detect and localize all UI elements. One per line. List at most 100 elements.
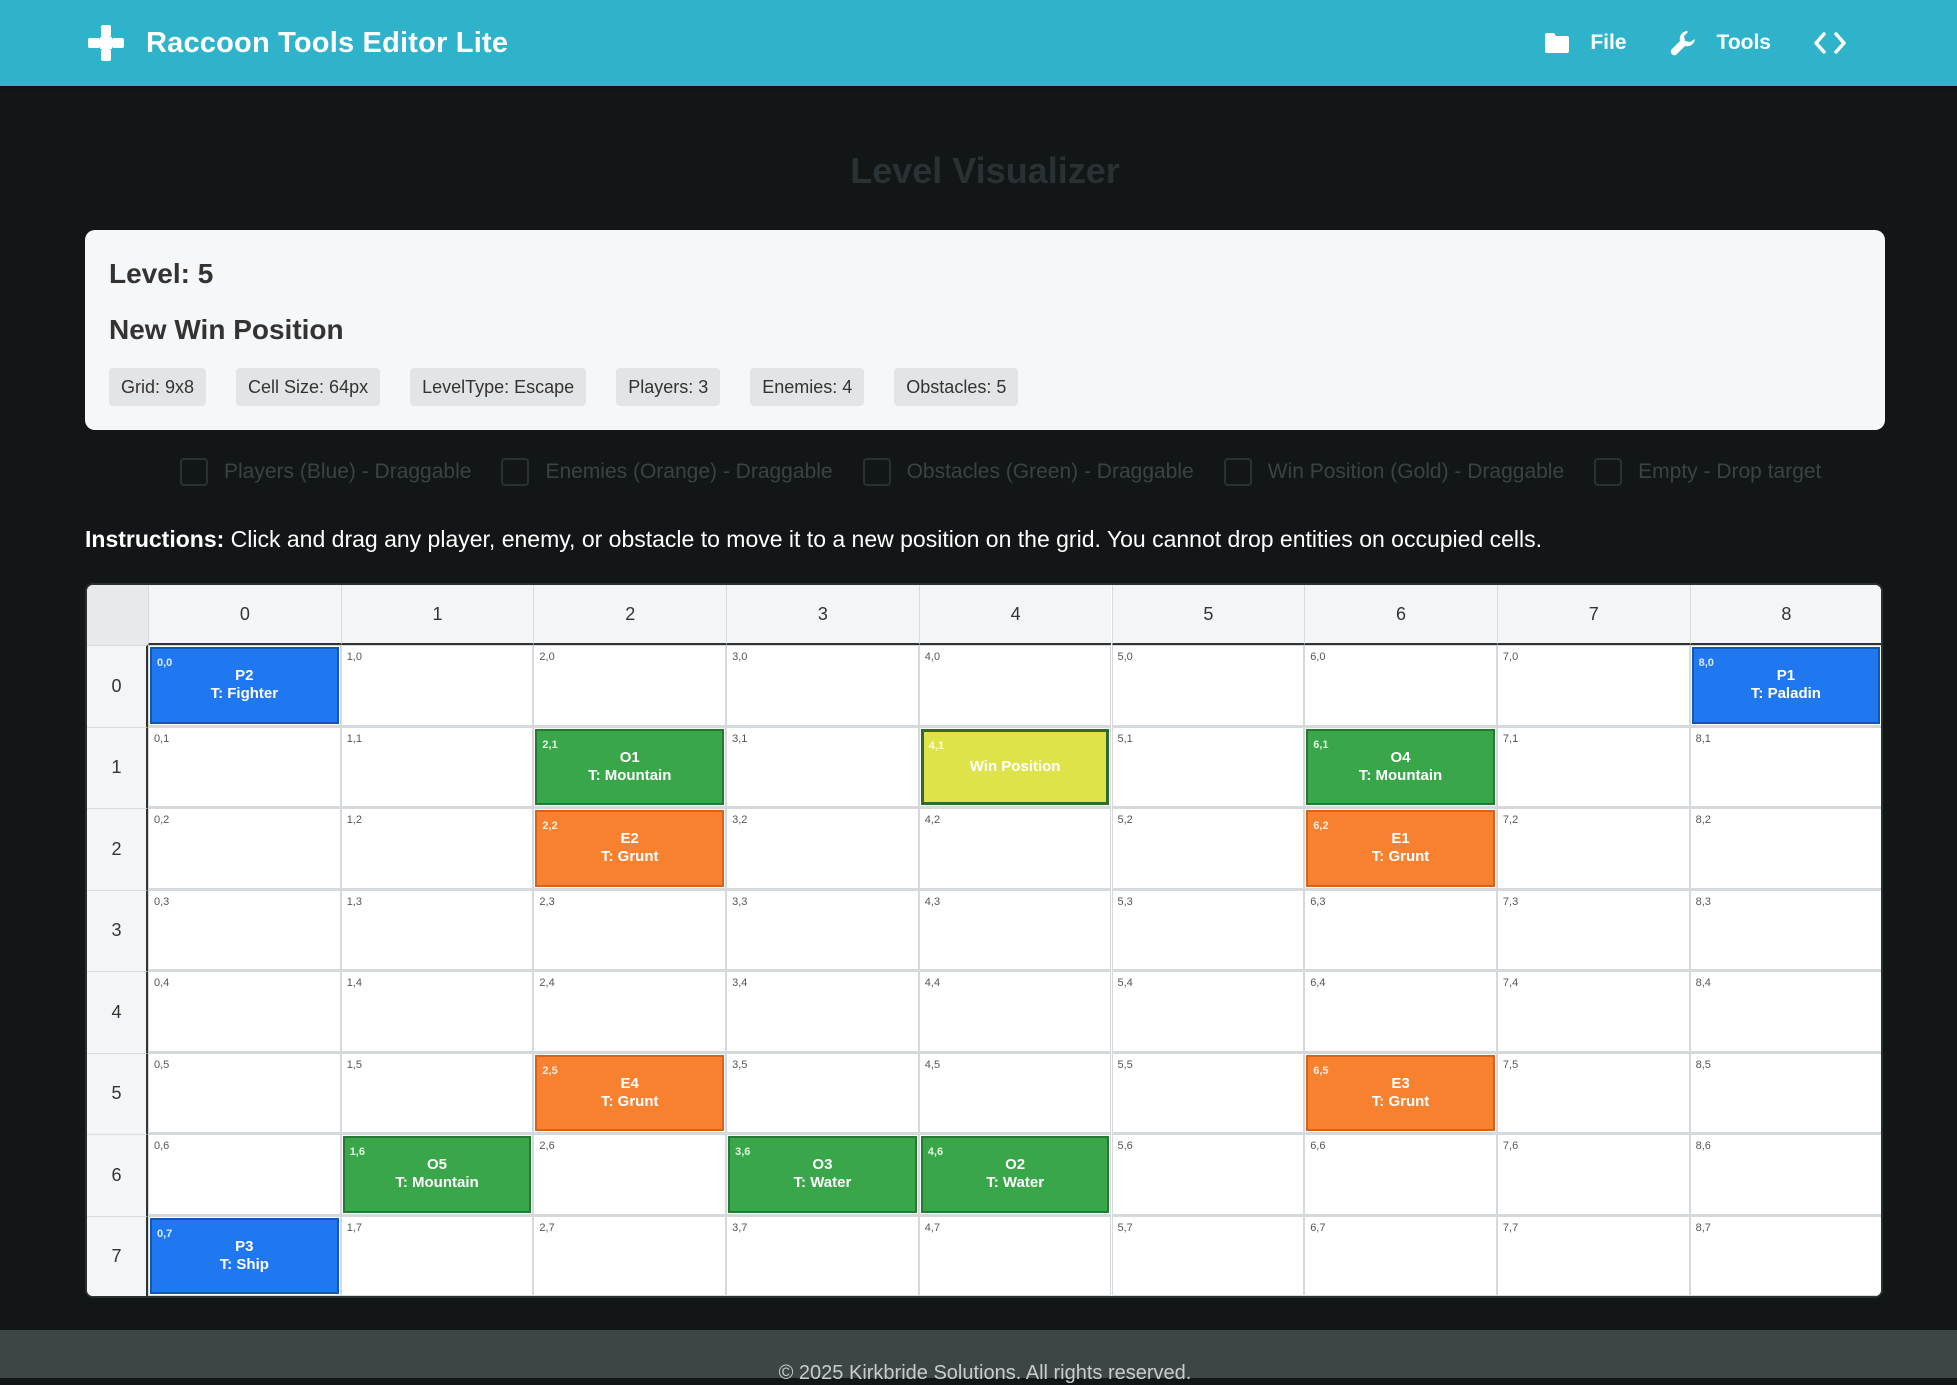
cell-coordinate: 1,0	[346, 651, 362, 663]
grid-cell[interactable]: 2,3	[533, 889, 727, 971]
grid-cell[interactable]: 0,1	[148, 726, 341, 808]
obstacle-entity[interactable]: 4,6 O2 T: Water	[920, 1136, 1110, 1213]
grid-cell[interactable]: 3,2	[726, 808, 919, 890]
grid-cell[interactable]: 5,3	[1111, 889, 1305, 971]
grid-cell[interactable]: 1,7	[340, 1215, 534, 1296]
legend-swatch	[1594, 458, 1623, 486]
grid-cell[interactable]: 1,2	[340, 808, 534, 890]
grid-cell[interactable]: 3,5	[726, 1052, 919, 1134]
player-entity[interactable]: 0,7 P3 T: Ship	[150, 1217, 339, 1294]
grid-cell[interactable]: 6,7	[1304, 1215, 1497, 1296]
enemy-entity[interactable]: 6,2 E1 T: Grunt	[1306, 810, 1495, 887]
grid-cell[interactable]: 6,6	[1304, 1134, 1497, 1216]
grid-cell[interactable]: 2,0	[533, 645, 727, 727]
grid-cell[interactable]: 6,0	[1304, 645, 1497, 727]
grid-cell[interactable]: 7,6	[1496, 1134, 1690, 1216]
enemy-entity[interactable]: 2,5 E4 T: Grunt	[535, 1054, 725, 1131]
grid-cell[interactable]: 0,5	[148, 1052, 341, 1134]
column-header: 0	[148, 585, 341, 645]
grid-cell[interactable]: 1,6 O5 T: Mountain	[340, 1134, 534, 1216]
grid-cell[interactable]: 1,0	[340, 645, 534, 727]
grid-cell[interactable]: 2,1 O1 T: Mountain	[533, 726, 727, 808]
column-header: 2	[533, 585, 727, 645]
grid-cell[interactable]: 1,5	[340, 1052, 534, 1134]
cell-coordinate: 6,1	[1313, 738, 1329, 751]
grid-cell[interactable]: 6,2 E1 T: Grunt	[1304, 808, 1497, 890]
grid-cell[interactable]: 7,7	[1496, 1215, 1690, 1296]
grid-cell[interactable]: 8,1	[1689, 726, 1881, 808]
grid-cell[interactable]: 2,2 E2 T: Grunt	[533, 808, 727, 890]
obstacle-entity[interactable]: 1,6 O5 T: Mountain	[342, 1136, 532, 1213]
enemy-entity[interactable]: 6,5 E3 T: Grunt	[1306, 1054, 1495, 1131]
grid-cell[interactable]: 5,2	[1111, 808, 1305, 890]
grid-cell[interactable]: 3,1	[726, 726, 919, 808]
grid-cell[interactable]: 5,7	[1111, 1215, 1305, 1296]
grid-cell[interactable]: 5,0	[1111, 645, 1305, 727]
grid-cell[interactable]: 7,4	[1496, 971, 1690, 1053]
grid-cell[interactable]: 2,4	[533, 971, 727, 1053]
cell-coordinate: 4,3	[924, 895, 941, 908]
grid-cell[interactable]: 0,2	[148, 808, 341, 890]
grid-cell[interactable]: 6,3	[1304, 889, 1497, 971]
grid-cell[interactable]: 3,3	[726, 889, 919, 971]
grid-cell[interactable]: 2,7	[533, 1215, 727, 1296]
brand[interactable]: Raccoon Tools Editor Lite	[86, 0, 508, 86]
grid-cell[interactable]: 3,0	[726, 645, 919, 727]
grid-cell[interactable]: 5,1	[1111, 726, 1305, 808]
grid-cell[interactable]: 0,6	[148, 1134, 341, 1216]
cell-coordinate: 0,4	[154, 977, 170, 989]
player-entity[interactable]: 8,0 P1 T: Paladin	[1691, 647, 1881, 724]
grid-cell[interactable]: 7,2	[1496, 808, 1690, 890]
enemy-entity[interactable]: 2,2 E2 T: Grunt	[535, 810, 725, 887]
grid-cell[interactable]: 4,7	[918, 1215, 1112, 1296]
grid-cell[interactable]: 1,1	[340, 726, 534, 808]
grid-cell[interactable]: 8,0 P1 T: Paladin	[1689, 645, 1881, 727]
grid-cell[interactable]: 0,3	[148, 889, 341, 971]
win-entity[interactable]: 4,1 Win Position	[920, 728, 1110, 805]
grid-cell[interactable]: 0,7 P3 T: Ship	[148, 1215, 341, 1296]
stat-level-type: LevelType: Escape	[410, 368, 587, 406]
nav-code[interactable]	[1813, 31, 1867, 55]
grid-cell[interactable]: 4,0	[918, 645, 1112, 727]
grid-cell[interactable]: 8,3	[1689, 889, 1881, 971]
grid-cell[interactable]: 4,5	[918, 1052, 1112, 1134]
grid-cell[interactable]: 7,3	[1496, 889, 1690, 971]
grid-cell[interactable]: 3,4	[726, 971, 919, 1053]
grid-cell[interactable]: 8,2	[1689, 808, 1881, 890]
grid-cell[interactable]: 8,6	[1689, 1134, 1881, 1216]
obstacle-entity[interactable]: 6,1 O4 T: Mountain	[1306, 728, 1495, 805]
obstacle-entity[interactable]: 2,1 O1 T: Mountain	[535, 728, 725, 805]
grid-cell[interactable]: 1,4	[340, 971, 534, 1053]
cell-coordinate: 8,7	[1695, 1221, 1711, 1234]
obstacle-entity[interactable]: 3,6 O3 T: Water	[728, 1136, 917, 1213]
grid-cell[interactable]: 0,4	[148, 971, 341, 1053]
player-entity[interactable]: 0,0 P2 T: Fighter	[150, 647, 339, 724]
grid-cell[interactable]: 3,6 O3 T: Water	[726, 1134, 919, 1216]
grid-cell[interactable]: 5,4	[1111, 971, 1305, 1053]
grid-cell[interactable]: 8,5	[1689, 1052, 1881, 1134]
grid-cell[interactable]: 6,5 E3 T: Grunt	[1304, 1052, 1497, 1134]
grid-cell[interactable]: 4,4	[918, 971, 1112, 1053]
grid-cell[interactable]: 2,6	[533, 1134, 727, 1216]
grid-cell[interactable]: 7,5	[1496, 1052, 1690, 1134]
nav-file[interactable]: File	[1544, 31, 1627, 55]
grid-cell[interactable]: 4,3	[918, 889, 1112, 971]
grid-cell[interactable]: 0,0 P2 T: Fighter	[148, 645, 341, 727]
nav-tools[interactable]: Tools	[1669, 29, 1771, 57]
grid-cell[interactable]: 4,2	[918, 808, 1112, 890]
grid-cell[interactable]: 7,0	[1496, 645, 1690, 727]
grid-cell[interactable]: 6,4	[1304, 971, 1497, 1053]
cell-coordinate: 4,2	[924, 814, 941, 826]
grid-cell[interactable]: 1,3	[340, 889, 534, 971]
grid-cell[interactable]: 4,1 Win Position	[918, 726, 1112, 808]
grid-cell[interactable]: 7,1	[1496, 726, 1690, 808]
grid-cell[interactable]: 8,7	[1689, 1215, 1881, 1296]
grid-cell[interactable]: 6,1 O4 T: Mountain	[1304, 726, 1497, 808]
grid-cell[interactable]: 5,5	[1111, 1052, 1305, 1134]
grid-cell[interactable]: 5,6	[1111, 1134, 1305, 1216]
grid-cell[interactable]: 3,7	[726, 1215, 919, 1296]
grid-cell[interactable]: 2,5 E4 T: Grunt	[533, 1052, 727, 1134]
cell-coordinate: 2,3	[539, 895, 555, 908]
grid-cell[interactable]: 8,4	[1689, 971, 1881, 1053]
grid-cell[interactable]: 4,6 O2 T: Water	[918, 1134, 1112, 1216]
